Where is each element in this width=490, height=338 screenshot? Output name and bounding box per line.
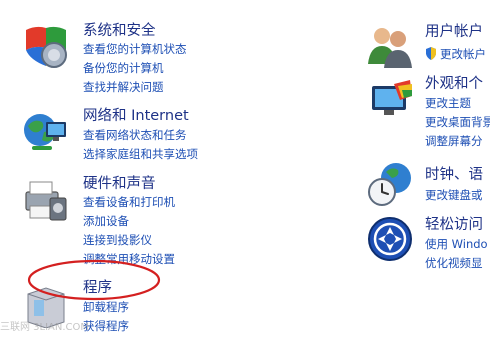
printer-icon[interactable] <box>20 176 68 224</box>
shield-icon[interactable] <box>22 22 70 70</box>
clock-region-title[interactable]: 时钟、语 <box>425 166 483 184</box>
link-change-keyboard[interactable]: 更改键盘或 <box>425 188 483 202</box>
ease-of-access-icon[interactable] <box>366 215 414 263</box>
link-screen-resolution[interactable]: 调整屏幕分 <box>425 134 483 148</box>
clock-globe-icon[interactable] <box>366 160 414 208</box>
link-devices-printers[interactable]: 查看设备和打印机 <box>83 195 175 209</box>
link-troubleshoot[interactable]: 查找并解决问题 <box>83 80 164 94</box>
appearance-monitor-icon[interactable] <box>366 76 414 124</box>
link-homegroup-sharing[interactable]: 选择家庭组和共享选项 <box>83 147 198 161</box>
network-globe-icon[interactable] <box>20 108 68 156</box>
appearance-title[interactable]: 外观和个 <box>425 75 483 93</box>
users-icon[interactable] <box>366 22 414 70</box>
link-mobility-settings[interactable]: 调整常用移动设置 <box>83 252 175 266</box>
ease-of-access-title[interactable]: 轻松访问 <box>425 216 483 234</box>
link-view-network-status[interactable]: 查看网络状态和任务 <box>83 128 187 142</box>
watermark: 三联网 3LIAN.COM <box>0 322 90 333</box>
link-change-theme[interactable]: 更改主题 <box>425 96 471 110</box>
user-accounts-title[interactable]: 用户帐户 <box>425 23 483 41</box>
link-connect-projector[interactable]: 连接到投影仪 <box>83 233 152 247</box>
link-view-computer-status[interactable]: 查看您的计算机状态 <box>83 42 187 56</box>
link-uninstall-program[interactable]: 卸载程序 <box>83 300 129 314</box>
programs-title[interactable]: 程序 <box>83 279 112 297</box>
uac-shield-icon <box>426 47 436 60</box>
link-backup-computer[interactable]: 备份您的计算机 <box>83 61 164 75</box>
link-change-account[interactable]: 更改帐户 <box>440 47 486 61</box>
link-add-device[interactable]: 添加设备 <box>83 214 129 228</box>
system-security-title[interactable]: 系统和安全 <box>83 22 156 40</box>
network-internet-title[interactable]: 网络和 Internet <box>83 107 189 125</box>
link-get-programs[interactable]: 获得程序 <box>83 319 129 333</box>
link-change-background[interactable]: 更改桌面背景 <box>425 115 490 129</box>
link-windows-suggest[interactable]: 使用 Windo <box>425 237 488 251</box>
link-optimize-display[interactable]: 优化视频显 <box>425 256 483 270</box>
hardware-sound-title[interactable]: 硬件和声音 <box>83 175 156 193</box>
